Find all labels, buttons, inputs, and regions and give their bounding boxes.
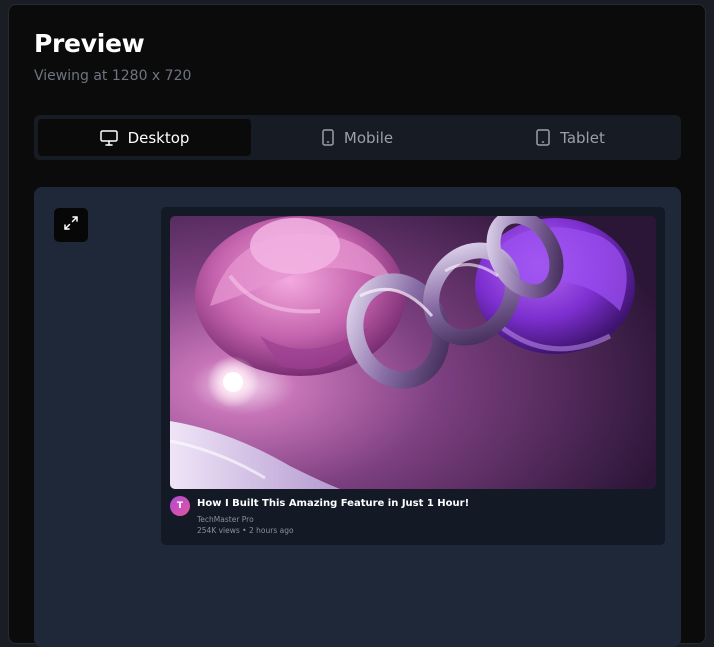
preview-stage: T How I Built This Amazing Feature in Ju… (34, 187, 681, 647)
expand-icon (63, 215, 79, 235)
video-title[interactable]: How I Built This Amazing Feature in Just… (197, 498, 469, 509)
video-thumbnail[interactable] (170, 216, 656, 489)
monitor-icon (99, 129, 118, 146)
page-title: Preview (34, 29, 145, 58)
tab-desktop[interactable]: Desktop (38, 119, 251, 156)
tablet-icon (536, 129, 550, 146)
tab-desktop-label: Desktop (127, 128, 190, 147)
channel-name[interactable]: TechMaster Pro (197, 515, 254, 524)
tab-mobile-label: Mobile (343, 128, 394, 147)
viewport-size-label: Viewing at 1280 x 720 (34, 68, 192, 84)
tab-tablet-label: Tablet (560, 128, 605, 147)
expand-button[interactable] (54, 208, 88, 242)
tab-tablet[interactable]: Tablet (464, 119, 677, 156)
video-card[interactable]: T How I Built This Amazing Feature in Ju… (161, 207, 665, 545)
preview-panel: Preview Viewing at 1280 x 720 Desktop Mo… (8, 4, 706, 647)
video-meta: 254K views • 2 hours ago (197, 526, 294, 535)
device-tab-bar: Desktop Mobile Tablet (34, 115, 681, 160)
channel-avatar[interactable]: T (170, 496, 190, 516)
tab-mobile[interactable]: Mobile (251, 119, 464, 156)
smartphone-icon (322, 129, 334, 146)
